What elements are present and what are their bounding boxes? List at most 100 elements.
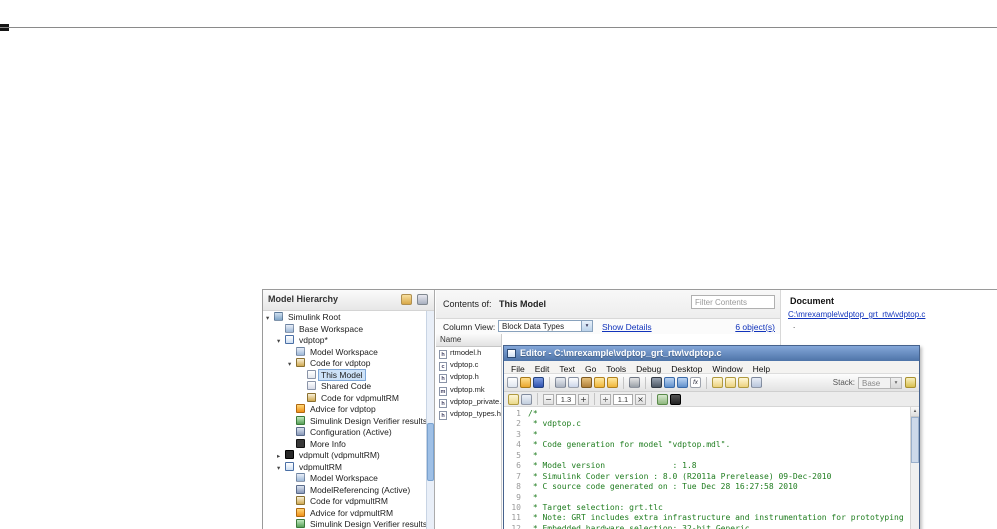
model-hierarchy-title: Model Hierarchy — [268, 294, 339, 304]
code-line: 1 /* — [504, 409, 910, 419]
function-icon[interactable]: fx — [690, 377, 701, 388]
document-link[interactable]: C:\mrexample\vdptop_grt_rtw\vdptop.c — [788, 310, 925, 319]
stack-value: Base — [862, 378, 881, 388]
hierarchy-tool-icon[interactable] — [401, 294, 412, 305]
scroll-up-icon[interactable]: ▴ — [911, 407, 919, 417]
copy-icon[interactable] — [568, 377, 579, 388]
cell-insert-icon[interactable] — [508, 393, 519, 405]
tree-scrollbar-thumb[interactable] — [427, 423, 434, 481]
tree-item-label: Code for vdpmultRM — [310, 496, 388, 506]
collapse-icon[interactable]: ▾ — [288, 359, 296, 371]
tree-item[interactable]: Advice for vdptop — [263, 404, 426, 416]
tree-item[interactable]: ModelReferencing (Active) — [263, 484, 426, 497]
undo-icon[interactable] — [594, 377, 605, 388]
find-icon[interactable] — [651, 377, 662, 388]
file-list-item[interactable]: h vdptop.h — [436, 371, 501, 384]
editor-titlebar[interactable]: Editor - C:\mrexample\vdptop_grt_rtw\vdp… — [504, 346, 919, 361]
tree-item[interactable]: This Model — [263, 368, 426, 382]
show-details-link[interactable]: Show Details — [602, 322, 652, 332]
contents-header: Contents of: This Model — [436, 290, 780, 319]
line-number: 9 — [516, 492, 521, 502]
filter-contents-input[interactable] — [691, 295, 775, 309]
column-view-dropdown[interactable]: Block Data Types ▾ — [498, 320, 593, 332]
editor-toolbar-icons: fx — [507, 376, 762, 389]
name-header-label: Name — [440, 335, 462, 344]
page: Model Hierarchy ▾ Simulink Root Base Works… — [0, 0, 997, 529]
tree-item[interactable]: ▾ Simulink Root — [263, 312, 426, 324]
tree-item-label: More Info — [310, 438, 346, 449]
cell-run-icon[interactable] — [670, 393, 681, 405]
multiply-value-field[interactable]: 1.1 — [613, 393, 633, 405]
print-icon[interactable] — [629, 377, 640, 388]
editor-scrollbar[interactable]: ▴ — [910, 407, 919, 529]
tree-item[interactable]: ▾ vdptop* — [263, 335, 426, 347]
highlight-icon[interactable] — [905, 377, 916, 388]
code-line: 8 * C source code generated on : Tue Dec… — [504, 482, 910, 492]
file-list-item[interactable]: h rtmodel.h — [436, 347, 501, 359]
tree-item[interactable]: Simulink Design Verifier results — [263, 519, 426, 529]
object-count-link[interactable]: 6 object(s) — [735, 322, 775, 332]
multiply-button[interactable]: × — [635, 393, 646, 405]
tree-item[interactable]: Configuration (Active) — [263, 427, 426, 439]
back-icon[interactable] — [664, 377, 675, 388]
tree-item-label: Code for vdptop — [310, 358, 371, 368]
file-list-item[interactable]: c vdptop.c — [436, 359, 501, 372]
tree-item[interactable]: More Info — [263, 438, 426, 451]
tree-item[interactable]: Code for vdpmultRM — [263, 392, 426, 405]
file-name: vdptop_types.h — [450, 408, 501, 418]
line-number: 7 — [516, 471, 521, 481]
redo-icon[interactable] — [607, 377, 618, 388]
tree-item[interactable]: ▾ Code for vdptop — [263, 358, 426, 370]
document-title: Document — [790, 296, 835, 306]
cut-icon[interactable] — [555, 377, 566, 388]
expand-icon[interactable]: ▸ — [277, 451, 285, 463]
stack-dropdown[interactable]: Base ▾ — [858, 376, 902, 389]
decrement-button[interactable]: − — [543, 393, 554, 405]
paste-icon[interactable] — [581, 377, 592, 388]
new-cell-icon[interactable] — [712, 377, 723, 388]
line-number: 1 — [516, 409, 521, 418]
collapse-icon[interactable]: ▾ — [277, 463, 285, 475]
config-icon — [296, 484, 305, 494]
increment-button[interactable]: + — [578, 393, 589, 405]
code-area[interactable]: 1/* 2 * vdptop.c 3 * 4 * Code generation fo… — [504, 407, 910, 529]
tree-item[interactable]: Code for vdpmultRM — [263, 496, 426, 508]
collapse-icon[interactable]: ▾ — [266, 313, 274, 325]
cell-publish-icon[interactable] — [657, 393, 668, 405]
advice-icon — [296, 404, 305, 413]
new-file-icon[interactable] — [507, 377, 518, 388]
hierarchy-options-icon[interactable] — [417, 294, 428, 305]
model-hierarchy-panel: Model Hierarchy ▾ Simulink Root Base Works… — [263, 290, 435, 529]
tree-item[interactable]: ▸ vdpmult (vdpmultRM) — [263, 450, 426, 462]
advice-icon — [296, 507, 305, 517]
tree-item[interactable]: Simulink Design Verifier results — [263, 415, 426, 428]
file-list-item[interactable]: h vdptop_private.h — [436, 396, 501, 408]
code-text: * Model version : 1.8 — [528, 461, 697, 471]
forward-icon[interactable] — [677, 377, 688, 388]
editor-toolbar: fx Stack: Base ▾ — [504, 374, 919, 392]
tree-item[interactable]: Shared Code — [263, 381, 426, 393]
tree-item[interactable]: Base Workspace — [263, 323, 426, 336]
publish-icon[interactable] — [751, 377, 762, 388]
cell-divider-icon[interactable] — [521, 393, 532, 405]
tree-scrollbar[interactable] — [426, 311, 434, 529]
tree-item[interactable]: ▾ vdpmultRM — [263, 461, 426, 475]
file-list-item[interactable]: h vdptop_types.h — [436, 408, 501, 420]
increment-value-field[interactable]: 1.3 — [556, 393, 576, 405]
evaluate-cell-icon[interactable] — [725, 377, 736, 388]
editor-scrollbar-thumb[interactable] — [911, 417, 919, 463]
evaluate-advance-icon[interactable] — [738, 377, 749, 388]
divide-button[interactable]: ÷ — [600, 393, 611, 405]
editor-window: Editor - C:\mrexample\vdptop_grt_rtw\vdp… — [503, 345, 920, 529]
collapse-icon[interactable]: ▾ — [277, 336, 285, 348]
name-column-header[interactable]: Name — [436, 334, 501, 347]
file-name: rtmodel.h — [450, 348, 482, 357]
tree-item-label: vdpmult (vdpmultRM) — [299, 450, 380, 460]
tree-item[interactable]: Model Workspace — [263, 346, 426, 359]
file-list-item[interactable]: m vdptop.mk — [436, 384, 501, 396]
save-icon[interactable] — [533, 377, 544, 388]
tree-item[interactable]: Model Workspace — [263, 473, 426, 485]
tree-item[interactable]: Advice for vdpmultRM — [263, 507, 426, 520]
line-number: 4 — [516, 440, 521, 450]
open-file-icon[interactable] — [520, 377, 531, 388]
